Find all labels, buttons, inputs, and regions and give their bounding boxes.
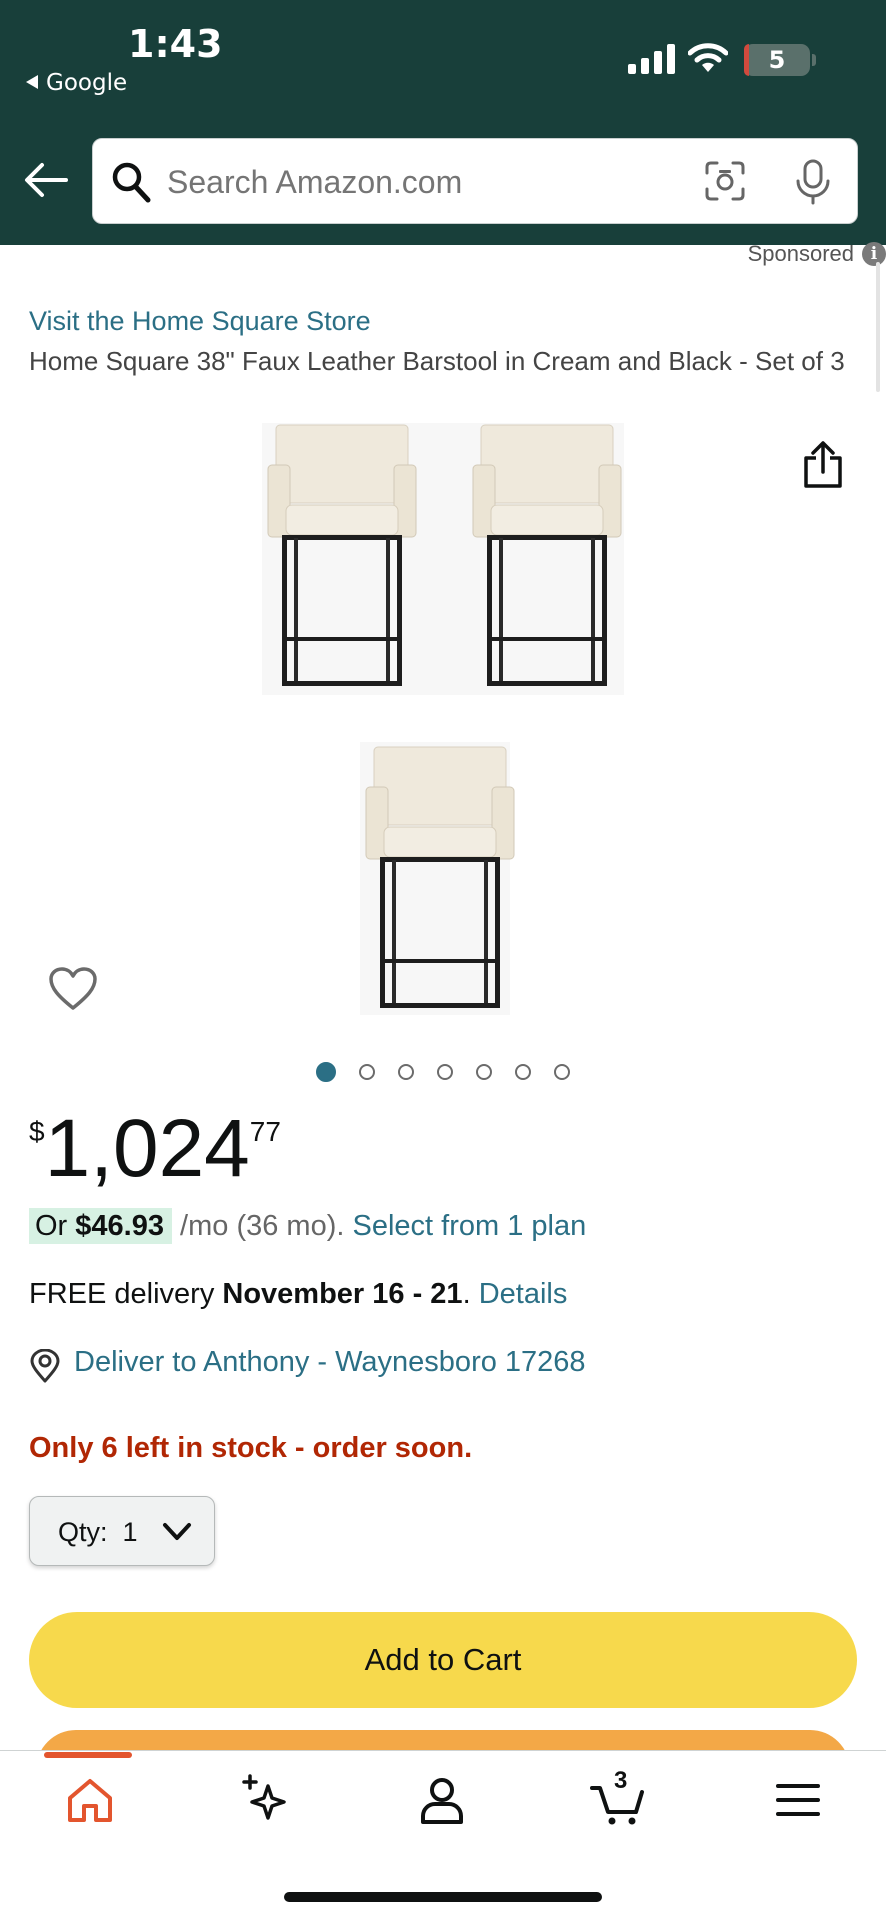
image-dot[interactable] — [554, 1064, 570, 1080]
camera-icon[interactable] — [705, 161, 745, 201]
image-dot[interactable] — [515, 1064, 531, 1080]
image-dot[interactable] — [359, 1064, 375, 1080]
wifi-icon — [688, 43, 728, 72]
product-image[interactable] — [0, 415, 886, 1025]
delivery-suffix: . — [462, 1278, 479, 1310]
mic-icon[interactable] — [795, 159, 831, 205]
person-icon[interactable] — [414, 1772, 470, 1828]
heart-icon[interactable] — [48, 966, 98, 1012]
delivery-info: FREE delivery November 16 - 21. Details — [29, 1278, 567, 1311]
price-fraction: 77 — [249, 1116, 281, 1147]
active-tab-indicator — [44, 1752, 132, 1758]
installment-offer: Or $46.93 /mo (36 mo). Select from 1 pla… — [29, 1208, 586, 1244]
cart-count-badge: 3 — [614, 1767, 628, 1794]
back-triangle-icon — [26, 74, 38, 89]
price: $1,02477 — [29, 1104, 281, 1194]
installment-prefix: Or — [35, 1210, 76, 1242]
location-pin-icon — [30, 1349, 60, 1383]
search-input[interactable] — [167, 139, 587, 225]
price-whole: 1,024 — [44, 1103, 250, 1194]
menu-icon[interactable] — [770, 1772, 826, 1828]
quantity-value: 1 — [122, 1517, 138, 1547]
search-bar[interactable] — [92, 138, 858, 225]
image-dot[interactable] — [316, 1062, 336, 1082]
back-arrow-icon[interactable] — [24, 162, 68, 198]
chevron-down-icon — [163, 1523, 191, 1540]
image-dot[interactable] — [437, 1064, 453, 1080]
delivery-dates: November 16 - 21 — [222, 1278, 463, 1310]
quantity-label: Qty: — [58, 1517, 108, 1547]
select-plan-link[interactable]: Select from 1 plan — [352, 1210, 586, 1242]
installment-term: /mo (36 mo). — [180, 1210, 345, 1242]
search-icon — [112, 162, 151, 203]
back-to-app-link[interactable]: Google — [26, 70, 127, 96]
price-symbol: $ — [29, 1116, 45, 1147]
scrollbar — [876, 262, 880, 392]
sparkle-icon[interactable] — [238, 1772, 294, 1828]
product-title: Home Square 38" Faux Leather Barstool in… — [29, 346, 845, 376]
signal-icon — [628, 44, 675, 74]
delivery-details-link[interactable]: Details — [479, 1278, 568, 1310]
image-dot[interactable] — [476, 1064, 492, 1080]
home-indicator — [284, 1892, 602, 1902]
home-icon[interactable] — [62, 1772, 118, 1828]
battery-indicator: 5 — [744, 44, 816, 76]
info-icon[interactable]: i — [862, 242, 886, 266]
deliver-to-link[interactable]: Deliver to Anthony - Waynesboro 17268 — [74, 1346, 586, 1379]
status-time: 1:43 — [128, 22, 223, 66]
image-pagination[interactable] — [316, 1062, 593, 1084]
installment-amount: $46.93 — [75, 1210, 164, 1242]
quantity-select[interactable]: Qty: 1 — [29, 1496, 215, 1566]
image-dot[interactable] — [398, 1064, 414, 1080]
delivery-prefix: FREE delivery — [29, 1278, 223, 1310]
stock-status: Only 6 left in stock - order soon. — [29, 1432, 473, 1464]
back-app-label: Google — [46, 70, 128, 96]
add-to-cart-button[interactable]: Add to Cart — [29, 1612, 857, 1708]
share-icon[interactable] — [802, 440, 844, 490]
battery-level: 5 — [768, 46, 786, 74]
store-link[interactable]: Visit the Home Square Store — [29, 306, 371, 337]
sponsored-label: Sponsored — [747, 241, 854, 266]
installment-badge: Or $46.93 — [29, 1208, 172, 1244]
